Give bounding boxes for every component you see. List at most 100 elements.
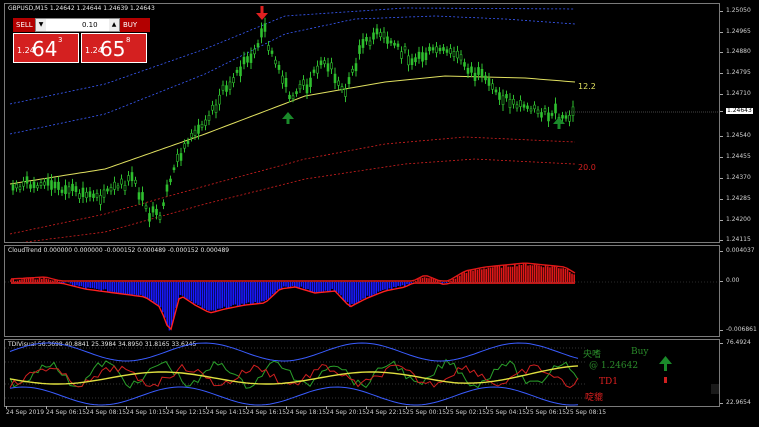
- buy-button[interactable]: BUY: [120, 18, 150, 32]
- candle-body: [120, 178, 123, 185]
- lot-size-field[interactable]: ▼ 0.10 ▲: [35, 18, 120, 32]
- price-chart-pane[interactable]: GBPUSD,M15 1.24642 1.24644 1.24639 1.246…: [4, 3, 720, 243]
- candle-body: [305, 84, 309, 94]
- candle-body: [36, 185, 39, 189]
- candle-body: [162, 202, 165, 206]
- tdi-signal-price: @ 1.24642: [589, 361, 639, 371]
- cloudtrend-tick: 0.00: [719, 277, 740, 284]
- candle-body: [214, 104, 218, 113]
- lower-inner-band: [9, 136, 576, 235]
- candle-body: [253, 48, 256, 55]
- price-tick: 1.24285: [720, 195, 751, 202]
- price-axis[interactable]: 1.25050 1.24965 1.24880 1.24795 1.24710 …: [720, 3, 759, 243]
- candle-body: [99, 195, 102, 205]
- candle-body: [109, 187, 113, 192]
- candle-body: [505, 94, 508, 99]
- time-tick-label: 25 Sep 00:15: [406, 406, 447, 416]
- cloudtrend-canvas[interactable]: [5, 246, 719, 336]
- price-tick: 1.24965: [720, 28, 751, 35]
- cloudtrend-pane[interactable]: CloudTrend 0.000000 0.000000 -0.000152 0…: [4, 245, 720, 337]
- candle-body: [361, 39, 365, 48]
- buy-price-button[interactable]: 1.24 65 8: [81, 33, 147, 63]
- candle-body: [95, 193, 99, 198]
- candle-body: [428, 46, 431, 52]
- candle-body: [403, 46, 407, 51]
- candle-body: [431, 47, 435, 51]
- candle-body: [568, 115, 571, 122]
- candle-body: [60, 189, 64, 193]
- tdi-signal-text: Buy: [631, 347, 649, 357]
- time-tick-label: 24 Sep 18:15: [286, 406, 327, 416]
- time-tick-label: 25 Sep 02:15: [446, 406, 487, 416]
- candle-body: [498, 92, 501, 100]
- candle-body: [88, 191, 92, 198]
- lot-decrease-icon[interactable]: ▼: [36, 19, 46, 31]
- candle-body: [554, 103, 557, 114]
- candle-body: [561, 115, 564, 119]
- candle-body: [372, 32, 375, 40]
- candle-body: [218, 94, 221, 105]
- candle-body: [232, 77, 235, 84]
- candle-body: [204, 119, 207, 126]
- candle-body: [106, 188, 109, 192]
- candle-body: [508, 98, 512, 108]
- tdi-band: [9, 342, 579, 362]
- lot-increase-icon[interactable]: ▲: [109, 19, 119, 31]
- candle-body: [449, 48, 452, 54]
- tdi-band: [9, 386, 579, 406]
- candle-body: [445, 49, 449, 53]
- candle-body: [284, 77, 288, 87]
- current-price-box: 1.24643: [720, 107, 753, 114]
- candle-body: [326, 63, 330, 72]
- candle-body: [53, 181, 57, 189]
- sell-price-pips: 64: [32, 37, 58, 61]
- tdi-axis[interactable]: 76.4924 22.9654: [720, 339, 759, 407]
- lower-outer-band: [22, 158, 576, 242]
- candle-body: [368, 40, 372, 46]
- candle-body: [92, 193, 95, 198]
- candle-body: [389, 40, 393, 44]
- candle-body: [417, 51, 421, 59]
- candle-body: [25, 176, 29, 184]
- sell-price-button[interactable]: 1.24 64 3: [13, 33, 79, 63]
- candle-body: [141, 192, 144, 201]
- candle-body: [344, 88, 347, 97]
- candle-body: [456, 50, 459, 59]
- candle-body: [270, 50, 274, 54]
- candle-body: [564, 115, 568, 119]
- candle-body: [365, 37, 368, 42]
- price-tick: 1.24710: [720, 90, 751, 97]
- cloudtrend-axis[interactable]: 0.004037 0.00 -0.006861: [719, 245, 759, 337]
- time-axis[interactable]: 24 Sep 2019 24 Sep 06:15 24 Sep 08:15 24 Se…: [0, 406, 720, 427]
- candle-body: [442, 47, 445, 51]
- candle-body: [333, 73, 337, 84]
- candle-body: [32, 181, 36, 189]
- time-tick-label: 24 Sep 08:15: [86, 406, 127, 416]
- time-tick-label: 24 Sep 20:15: [326, 406, 367, 416]
- tdi-canvas[interactable]: [5, 340, 719, 406]
- candle-body: [340, 86, 344, 90]
- candle-body: [277, 64, 281, 70]
- candle-body: [18, 186, 22, 190]
- candle-body: [515, 104, 519, 109]
- candle-body: [158, 215, 162, 220]
- candle-body: [221, 84, 225, 91]
- candle-body: [452, 51, 456, 57]
- candle-body: [193, 129, 197, 136]
- candle-body: [137, 192, 141, 200]
- candle-body: [407, 55, 410, 66]
- candle-body: [309, 77, 312, 87]
- candle-body: [501, 95, 505, 105]
- candle-body: [246, 56, 249, 63]
- candle-body: [148, 213, 151, 222]
- tdi-pane[interactable]: TDIVisual 56.3698 40.8841 25.3984 34.895…: [4, 339, 720, 407]
- candle-body: [263, 23, 267, 32]
- candle-body: [46, 178, 50, 186]
- candle-body: [435, 46, 438, 53]
- buy-arrow-icon: [553, 117, 565, 129]
- candle-body: [291, 95, 295, 100]
- tdi-line: [9, 365, 579, 385]
- candle-body: [319, 60, 323, 66]
- candle-body: [400, 51, 403, 59]
- one-click-trading-panel: SELL ▼ 0.10 ▲ BUY 1.24 64 3 1.24 65 8: [13, 18, 150, 63]
